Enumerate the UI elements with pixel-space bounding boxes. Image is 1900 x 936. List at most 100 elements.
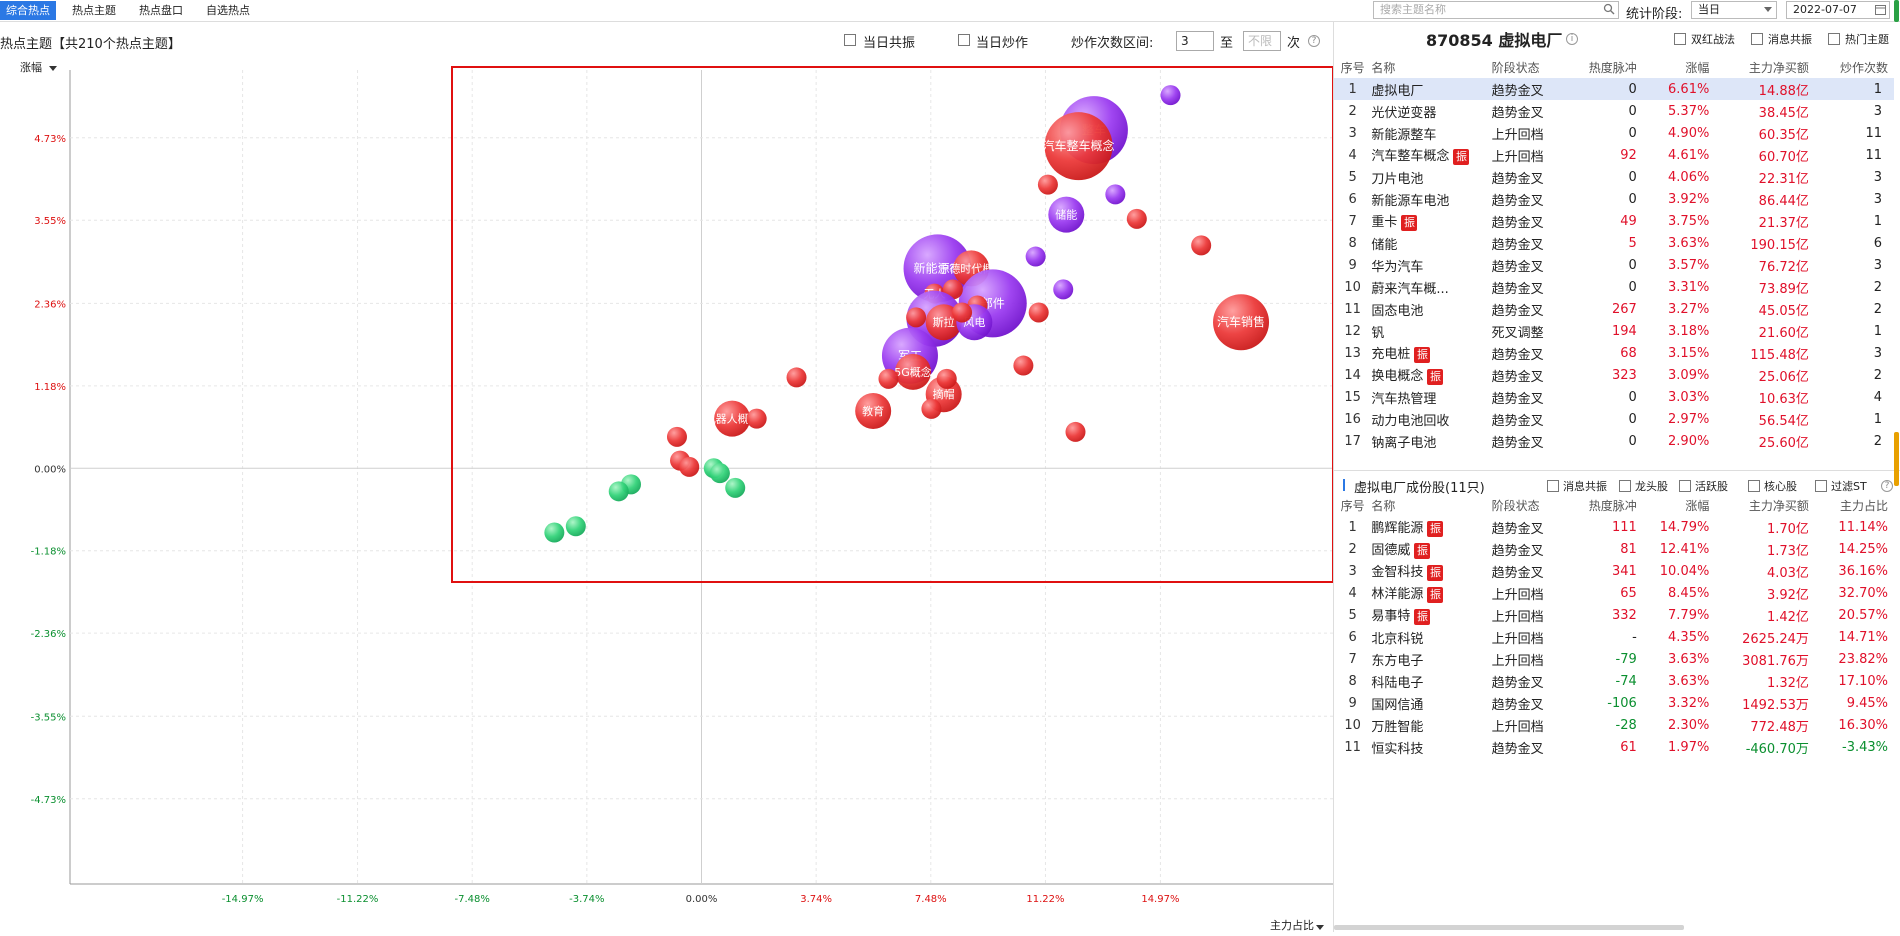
theme-name-cell[interactable]: 钠离子电池 [1371,430,1491,452]
tab-hot-themes[interactable]: 热点主题 [66,1,122,20]
theme-name-cell[interactable]: 换电概念 振 [1371,364,1491,386]
theme-row[interactable]: 4 汽车整车概念 振上升回档 92 4.61% 60.70亿 11 [1334,144,1894,166]
dragon-stock-checkbox[interactable] [1619,480,1631,492]
bubble-red[interactable] [746,408,767,429]
col-net-buy[interactable]: 主力净买额 [1709,494,1809,516]
col-stage[interactable]: 阶段状态 [1492,494,1565,516]
col-stage[interactable]: 阶段状态 [1492,56,1565,78]
bubble-red[interactable] [1037,174,1058,195]
tab-custom-hot[interactable]: 自选热点 [200,1,256,20]
news-resonance-checkbox[interactable] [1751,33,1763,45]
theme-name-cell[interactable]: 动力电池回收 [1371,408,1491,430]
theme-name-cell[interactable]: 充电桩 振 [1371,342,1491,364]
theme-name-cell[interactable]: 华为汽车 [1371,254,1491,276]
hot-theme-checkbox[interactable] [1828,33,1840,45]
theme-name-cell[interactable]: 汽车热管理 [1371,386,1491,408]
stock-name-cell[interactable]: 科陆电子 [1371,670,1491,692]
theme-name-cell[interactable]: 固态电池 [1371,298,1491,320]
stock-name-cell[interactable]: 固德威 振 [1371,538,1491,560]
stock-name-cell[interactable]: 国网信通 [1371,692,1491,714]
stock-row[interactable]: 11 恒实科技 趋势金叉 61 1.97% -460.70万 -3.43% [1334,736,1894,758]
tab-composite-hot[interactable]: 综合热点 [0,1,56,20]
theme-row[interactable]: 8 储能 趋势金叉 5 3.63% 190.15亿 6 [1334,232,1894,254]
stock-row[interactable]: 3 金智科技 振趋势金叉 341 10.04% 4.03亿 36.16% [1334,560,1894,582]
col-no[interactable]: 序号 [1334,494,1371,516]
col-name[interactable]: 名称 [1371,56,1491,78]
theme-row[interactable]: 1 虚拟电厂 趋势金叉 0 6.61% 14.88亿 1 [1334,78,1894,100]
col-pulse[interactable]: 热度脉冲 [1564,56,1637,78]
stock-row[interactable]: 7 东方电子 上升回档 -79 3.63% 3081.76万 23.82% [1334,648,1894,670]
theme-row[interactable]: 7 重卡 振趋势金叉 49 3.75% 21.37亿 1 [1334,210,1894,232]
bubble-red[interactable] [952,302,973,323]
msg-resonance-checkbox[interactable] [1547,480,1559,492]
stage-select[interactable]: 当日 [1691,1,1777,19]
col-pulse[interactable]: 热度脉冲 [1564,494,1637,516]
theme-row[interactable]: 15 汽车热管理 趋势金叉 0 3.03% 10.63亿 4 [1334,386,1894,408]
y-axis-label[interactable]: 涨幅 [20,61,42,74]
theme-row[interactable]: 6 新能源车电池 趋势金叉 0 3.92% 86.44亿 3 [1334,188,1894,210]
theme-row[interactable]: 3 新能源整车 上升回档 0 4.90% 60.35亿 11 [1334,122,1894,144]
bubble-purple[interactable] [1053,279,1074,300]
theme-row[interactable]: 16 动力电池回收 趋势金叉 0 2.97% 56.54亿 1 [1334,408,1894,430]
horizontal-scrollbar[interactable] [1334,925,1684,930]
bubble-red[interactable] [1191,235,1212,256]
bubble-red[interactable] [666,426,687,447]
col-no[interactable]: 序号 [1334,56,1371,78]
theme-row[interactable]: 13 充电桩 振趋势金叉 68 3.15% 115.48亿 3 [1334,342,1894,364]
bubble-green[interactable] [709,463,730,484]
theme-row[interactable]: 9 华为汽车 趋势金叉 0 3.57% 76.72亿 3 [1334,254,1894,276]
search-input[interactable]: 搜索主题名称 [1373,1,1619,19]
bubble-red[interactable] [1028,302,1049,323]
theme-name-cell[interactable]: 刀片电池 [1371,166,1491,188]
col-hype-count[interactable]: 炒作次数 [1809,56,1894,78]
bubble-red[interactable] [936,368,957,389]
active-stock-checkbox[interactable] [1679,480,1691,492]
theme-name-cell[interactable]: 钒 [1371,320,1491,342]
stock-name-cell[interactable]: 万胜智能 [1371,714,1491,736]
bubble-red[interactable] [878,368,899,389]
stock-row[interactable]: 2 固德威 振趋势金叉 81 12.41% 1.73亿 14.25% [1334,538,1894,560]
theme-row[interactable]: 12 钒 死叉调整 194 3.18% 21.60亿 1 [1334,320,1894,342]
bubble-green[interactable] [725,477,746,498]
stock-name-cell[interactable]: 林洋能源 振 [1371,582,1491,604]
theme-row[interactable]: 14 换电概念 振趋势金叉 323 3.09% 25.06亿 2 [1334,364,1894,386]
theme-row[interactable]: 2 光伏逆变器 趋势金叉 0 5.37% 38.45亿 3 [1334,100,1894,122]
x-axis-label[interactable]: 主力占比 [1270,918,1314,932]
y-axis-dropdown-icon[interactable] [49,66,57,71]
core-stock-checkbox[interactable] [1748,480,1760,492]
stock-help-icon[interactable]: ? [1881,480,1893,492]
stock-name-cell[interactable]: 恒实科技 [1371,736,1491,758]
bubble-red[interactable] [786,367,807,388]
stock-name-cell[interactable]: 金智科技 振 [1371,560,1491,582]
theme-row[interactable]: 10 蔚来汽车概... 趋势金叉 0 3.31% 73.89亿 2 [1334,276,1894,298]
theme-name-cell[interactable]: 储能 [1371,232,1491,254]
bubble-red[interactable] [1126,208,1147,229]
theme-name-cell[interactable]: 蔚来汽车概... [1371,276,1491,298]
top-scroll-indicator[interactable] [1894,0,1899,22]
theme-row[interactable]: 5 刀片电池 趋势金叉 0 4.06% 22.31亿 3 [1334,166,1894,188]
col-net-buy[interactable]: 主力净买额 [1709,56,1809,78]
theme-name-cell[interactable]: 光伏逆变器 [1371,100,1491,122]
double-red-checkbox[interactable] [1674,33,1686,45]
bubble-green[interactable] [544,522,565,543]
bubble-purple[interactable] [1025,246,1046,267]
stock-row[interactable]: 4 林洋能源 振上升回档 65 8.45% 3.92亿 32.70% [1334,582,1894,604]
vertical-scrollbar[interactable] [1894,432,1899,486]
filter-st-checkbox[interactable] [1815,480,1827,492]
bubble-red[interactable] [921,398,942,419]
stock-name-cell[interactable]: 易事特 振 [1371,604,1491,626]
bubble-purple[interactable] [1105,184,1126,205]
date-picker[interactable]: 2022-07-07 [1786,1,1890,19]
col-main-ratio[interactable]: 主力占比 [1809,494,1894,516]
theme-name-cell[interactable]: 新能源车电池 [1371,188,1491,210]
stock-row[interactable]: 8 科陆电子 趋势金叉 -74 3.63% 1.32亿 17.10% [1334,670,1894,692]
theme-row[interactable]: 17 钠离子电池 趋势金叉 0 2.90% 25.60亿 2 [1334,430,1894,452]
bubble-green[interactable] [565,516,586,537]
stock-name-cell[interactable]: 东方电子 [1371,648,1491,670]
stock-name-cell[interactable]: 北京科锐 [1371,626,1491,648]
stock-row[interactable]: 6 北京科锐 上升回档 - 4.35% 2625.24万 14.71% [1334,626,1894,648]
bubble-purple[interactable] [1160,85,1181,106]
theme-name-cell[interactable]: 新能源整车 [1371,122,1491,144]
theme-name-cell[interactable]: 虚拟电厂 [1371,78,1492,100]
x-axis-dropdown-icon[interactable] [1316,925,1324,930]
